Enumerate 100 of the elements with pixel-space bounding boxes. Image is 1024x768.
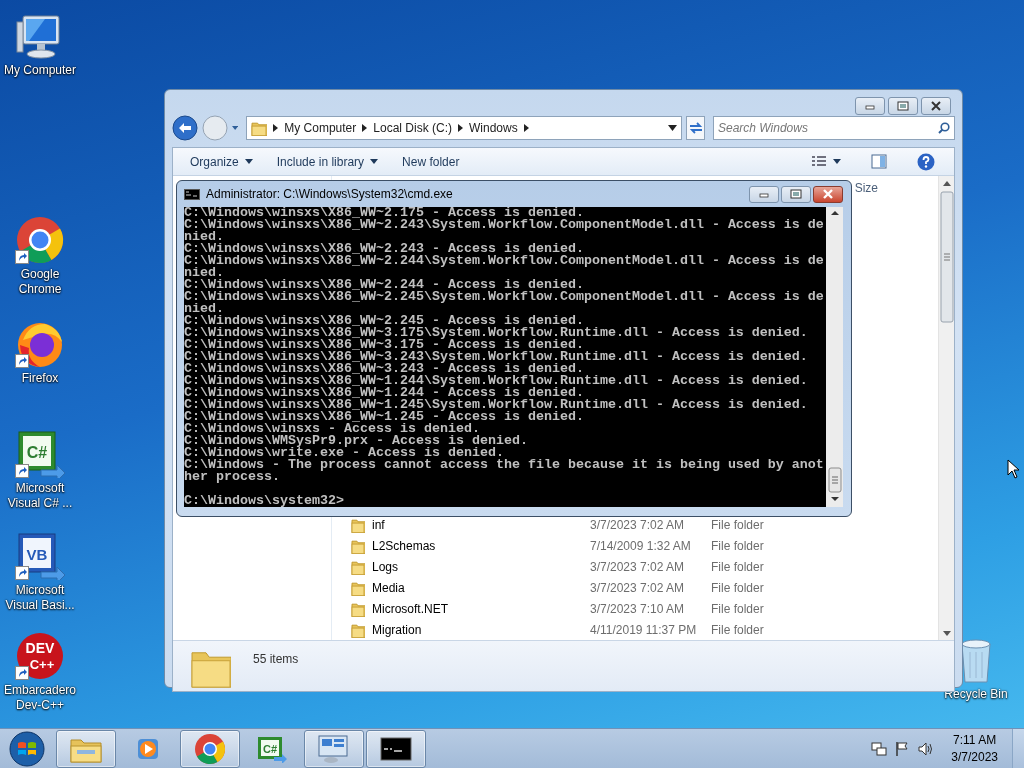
caret-icon[interactable] (668, 125, 678, 131)
caret-icon (833, 159, 841, 164)
refresh-button[interactable] (686, 116, 705, 140)
toolbar-button[interactable]: New folder (395, 150, 467, 173)
date-modified: 3/7/2023 7:02 AM (590, 579, 686, 597)
breadcrumb-item[interactable]: My Computer (284, 119, 357, 137)
address-bar[interactable]: My Computer Local Disk (C:) Windows (246, 116, 683, 140)
scrollbar[interactable] (938, 176, 954, 640)
restore-icon (790, 189, 802, 199)
icon-label[interactable]: Microsoft Visual C# ... (0, 481, 80, 511)
item-count: 55 items (253, 651, 299, 668)
chevron-icon (458, 124, 463, 132)
console-line: C:\Windows\winsxs - Access is denied. (184, 423, 480, 435)
icon-label[interactable]: Google Chrome (0, 267, 80, 297)
monitor-icon (317, 733, 351, 764)
scrollbar[interactable] (826, 207, 843, 507)
window-title: Administrator: C:\Windows\System32\cmd.exe (206, 186, 453, 203)
console-line: C:\Windows\winsxs\X86_WW~1.245 - Access is denied. (184, 411, 584, 423)
file-type: File folder (711, 621, 764, 639)
date-modified: 3/7/2023 7:02 AM (590, 558, 686, 576)
console-line: nied. (184, 267, 224, 279)
close-button[interactable] (813, 185, 843, 203)
browser-icon (194, 732, 226, 765)
start-orb-icon (6, 729, 48, 768)
column-header[interactable]: Size (854, 179, 878, 197)
console-line: C:\Windows\winsxs\X86_WW~1.245\System.Workflow.Runtime.dll - Access is denied. (184, 399, 809, 411)
minimize-button[interactable] (749, 185, 779, 203)
minimize-icon (865, 102, 875, 110)
icon-label[interactable]: My Computer (4, 63, 76, 78)
browser-icon (15, 216, 65, 264)
breadcrumb-item[interactable]: Windows (469, 119, 518, 137)
file-type: File folder (711, 600, 764, 618)
console-line: C:\Windows\WMSysPr9.prx - Access is denied. (184, 435, 529, 447)
console-line: C:\Windows\winsxs\X86_WW~2.243 - Access is denied. (184, 243, 584, 255)
taskbar-button[interactable] (366, 729, 426, 768)
console-line: C:\Windows\winsxs\X86_WW~1.244 - Access is denied. (184, 387, 584, 399)
file-type: File folder (711, 537, 764, 555)
close-button[interactable] (921, 97, 951, 115)
start-button[interactable] (6, 729, 48, 768)
console-line: C:\Windows\winsxs\X86_WW~2.245\System.Workflow.ComponentModel.dll - Access is de (184, 291, 825, 303)
file-name[interactable]: Microsoft.NET (372, 599, 448, 618)
file-type: File folder (711, 516, 764, 534)
console-line: nied. (184, 303, 224, 315)
search-icon (938, 122, 950, 134)
date-modified: 3/7/2023 7:10 AM (590, 600, 686, 618)
help-icon (917, 152, 935, 171)
console-line: nied. (184, 231, 224, 243)
cursor-icon (1007, 459, 1019, 479)
file-name[interactable]: Migration (372, 620, 422, 639)
clock-time[interactable]: 7:11 AM (953, 731, 997, 749)
file-name[interactable]: L2Schemas (372, 536, 436, 555)
search-box[interactable]: Search Windows (713, 116, 955, 140)
console-line: C:\Windows\winsxs\X86_WW~2.244 - Access is denied. (184, 279, 584, 291)
icon-label[interactable]: Firefox (21, 371, 59, 386)
file-name[interactable]: Media (372, 578, 405, 597)
console-line: C:\Windows\winsxs\X86_WW~3.175\System.Workflow.Runtime.dll - Access is denied. (184, 327, 809, 339)
speaker-icon[interactable] (917, 740, 934, 757)
maximize-button[interactable] (888, 97, 918, 115)
folder-icon (251, 120, 268, 136)
date-modified: 4/11/2019 11:37 PM (590, 621, 698, 639)
toolbar-button[interactable]: Include in library (269, 150, 386, 173)
flag-icon[interactable] (895, 740, 910, 757)
close-icon (930, 101, 942, 111)
taskbar-button[interactable]: C# (242, 729, 302, 768)
chevron-icon (362, 124, 368, 132)
console-line: C:\Windows\winsxs\X86_WW~2.175 - Access is denied. (184, 207, 584, 219)
clock-date[interactable]: 3/7/2023 (951, 748, 998, 766)
terminal-icon (184, 188, 200, 200)
minimize-icon (759, 190, 769, 198)
console-line: C:\Windows\winsxs\X86_WW~1.244\System.Workflow.Runtime.dll - Access is denied. (184, 375, 809, 387)
console-line: C:\Windows\winsxs\X86_WW~2.245 - Access is denied. (184, 315, 584, 327)
scrollbar-thumb-drawing[interactable] (827, 467, 842, 493)
maximize-button[interactable] (781, 185, 811, 203)
date-modified: 3/7/2023 7:02 AM (590, 516, 686, 534)
chevron-icon (523, 124, 529, 132)
list-view-icon (811, 154, 827, 169)
breadcrumb-item[interactable]: Local Disk (C:) (373, 119, 452, 137)
network-icon[interactable] (871, 740, 888, 757)
file-type: File folder (711, 558, 764, 576)
terminal-icon (380, 736, 412, 761)
icon-label[interactable]: Microsoft Visual Basi... (0, 583, 80, 613)
back-icon (172, 115, 198, 141)
console-line: her process. (184, 471, 281, 483)
browser-icon (15, 320, 65, 368)
file-name[interactable]: Logs (372, 557, 399, 576)
minimize-button[interactable] (855, 97, 885, 115)
console-line: C:\Windows - The process cannot access the file because it is being used by anot (184, 459, 825, 471)
console-line: C:\Windows\winsxs\X86_WW~3.243 - Access is denied. (184, 363, 584, 375)
command-prompt[interactable]: C:\Windows\system32> (184, 495, 826, 507)
toolbar-button[interactable]: Organize (183, 150, 260, 173)
console-line: C:\Windows\winsxs\X86_WW~3.175 - Access is denied. (184, 339, 584, 351)
file-type: File folder (711, 579, 764, 597)
back-button[interactable] (172, 115, 198, 141)
restore-icon (897, 101, 909, 111)
console-line: C:\Windows\winsxs\X86_WW~3.243\System.Workflow.Runtime.dll - Access is denied. (184, 351, 809, 363)
chevron-icon (273, 124, 279, 132)
console-line: C:\Windows\write.exe - Access is denied. (184, 447, 504, 459)
date-modified: 7/14/2009 1:32 AM (590, 537, 692, 555)
console-line: C:\Windows\winsxs\X86_WW~2.244\System.Workflow.ComponentModel.dll - Access is de (184, 255, 825, 267)
file-name[interactable]: inf (372, 515, 385, 534)
